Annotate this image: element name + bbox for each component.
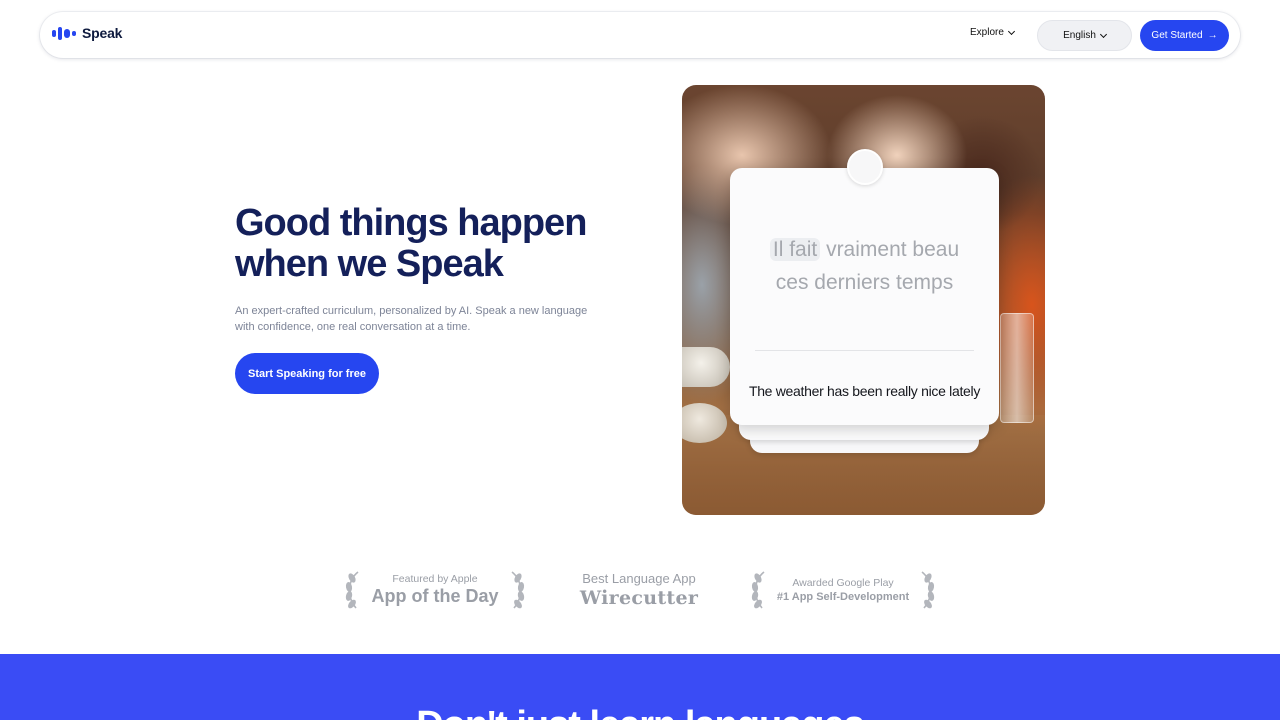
phrase-translation: The weather has been really nice lately bbox=[748, 383, 981, 399]
laurel-right-icon bbox=[921, 571, 935, 609]
phrase-highlight: Il fait bbox=[769, 238, 821, 261]
explore-menu-button[interactable]: Explore bbox=[970, 27, 1015, 38]
start-speaking-button[interactable]: Start Speaking for free bbox=[235, 353, 379, 394]
phrase-line1-rest: vraiment beau bbox=[826, 238, 960, 261]
arrow-right-icon: → bbox=[1207, 30, 1218, 41]
award-wirecutter: Best Language App Wirecutter bbox=[566, 566, 712, 614]
award-wirecutter-big: Wirecutter bbox=[579, 587, 699, 609]
chevron-down-icon bbox=[1007, 27, 1015, 35]
card-divider bbox=[755, 350, 974, 351]
language-selector[interactable]: English bbox=[1037, 20, 1132, 51]
start-speaking-label: Start Speaking for free bbox=[248, 367, 366, 380]
phrase-target-text: Il fait vraiment beau ces derniers temps bbox=[730, 233, 999, 299]
get-started-label: Get Started bbox=[1151, 30, 1203, 41]
award-wirecutter-small: Best Language App bbox=[582, 571, 696, 586]
award-apple-big: App of the Day bbox=[371, 586, 499, 606]
features-section: Don't just learn languages bbox=[0, 654, 1280, 720]
chevron-down-icon bbox=[1099, 30, 1107, 38]
award-google-big: #1 App Self-Development bbox=[776, 590, 910, 603]
hero-title: Good things happen when we Speak bbox=[235, 202, 587, 285]
explore-label: Explore bbox=[970, 27, 1004, 38]
features-title: Don't just learn languages bbox=[0, 704, 1280, 720]
laurel-right-icon bbox=[511, 571, 525, 609]
glass-image bbox=[1000, 313, 1034, 423]
award-google-small: Awarded Google Play bbox=[792, 576, 894, 589]
speaker-avatar bbox=[847, 149, 883, 185]
logo[interactable]: Speak bbox=[52, 25, 122, 41]
laurel-left-icon bbox=[345, 571, 359, 609]
award-apple-small: Featured by Apple bbox=[392, 573, 478, 585]
coffee-cup-image bbox=[682, 347, 730, 387]
logo-text: Speak bbox=[82, 25, 123, 41]
speak-logo-icon bbox=[52, 26, 76, 40]
award-apple: Featured by Apple App of the Day bbox=[342, 566, 528, 614]
hero-subtitle: An expert-crafted curriculum, personaliz… bbox=[235, 305, 588, 333]
laurel-left-icon bbox=[751, 571, 765, 609]
phrase-line2: ces derniers temps bbox=[775, 271, 954, 294]
top-nav: Speak Explore English Get Started → bbox=[40, 12, 1240, 58]
award-google-play: Awarded Google Play #1 App Self-Developm… bbox=[748, 566, 938, 614]
get-started-button[interactable]: Get Started → bbox=[1140, 20, 1229, 51]
language-label: English bbox=[1063, 30, 1096, 41]
